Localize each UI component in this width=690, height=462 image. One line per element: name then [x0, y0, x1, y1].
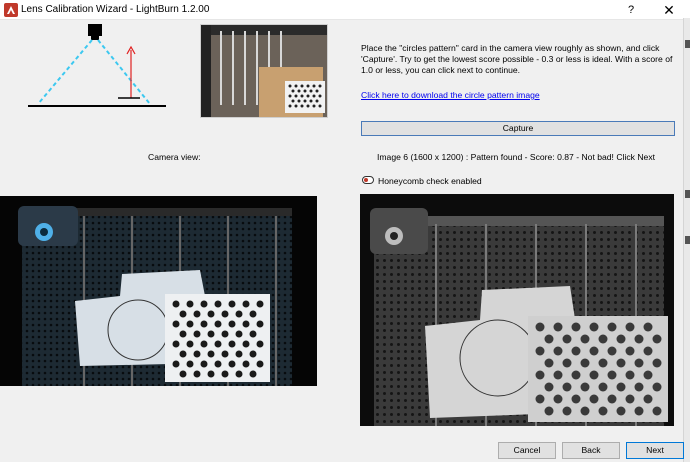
help-button[interactable]: ? — [618, 0, 644, 20]
calibration-card — [528, 316, 668, 422]
camera-view-label: Camera view: — [148, 152, 201, 162]
download-pattern-link[interactable]: Click here to download the circle patter… — [361, 90, 540, 100]
capture-button[interactable]: Capture — [361, 121, 675, 136]
close-button[interactable]: ✕ — [652, 0, 686, 20]
capture-status: Image 6 (1600 x 1200) : Pattern found - … — [377, 152, 656, 162]
honeycomb-toggle[interactable] — [362, 176, 374, 184]
camera-setup-diagram — [28, 24, 166, 107]
lightburn-logo-icon — [4, 3, 18, 17]
instructions-text: Place the "circles pattern" card in the … — [361, 43, 673, 75]
back-button[interactable]: Back — [562, 442, 620, 459]
window-title: Lens Calibration Wizard - LightBurn 1.2.… — [21, 4, 210, 15]
camera-icon — [88, 24, 102, 36]
background-window-mark — [685, 236, 690, 244]
background-window-mark — [685, 190, 690, 198]
reference-example-image — [200, 24, 328, 118]
honeycomb-label: Honeycomb check enabled — [378, 176, 482, 186]
cancel-button[interactable]: Cancel — [498, 442, 556, 459]
next-button[interactable]: Next — [626, 442, 684, 459]
background-window-mark — [685, 40, 690, 48]
captured-image-view — [360, 194, 674, 426]
toggle-knob — [364, 178, 368, 182]
live-camera-view — [0, 196, 317, 386]
title-bar: Lens Calibration Wizard - LightBurn 1.2.… — [0, 0, 690, 20]
